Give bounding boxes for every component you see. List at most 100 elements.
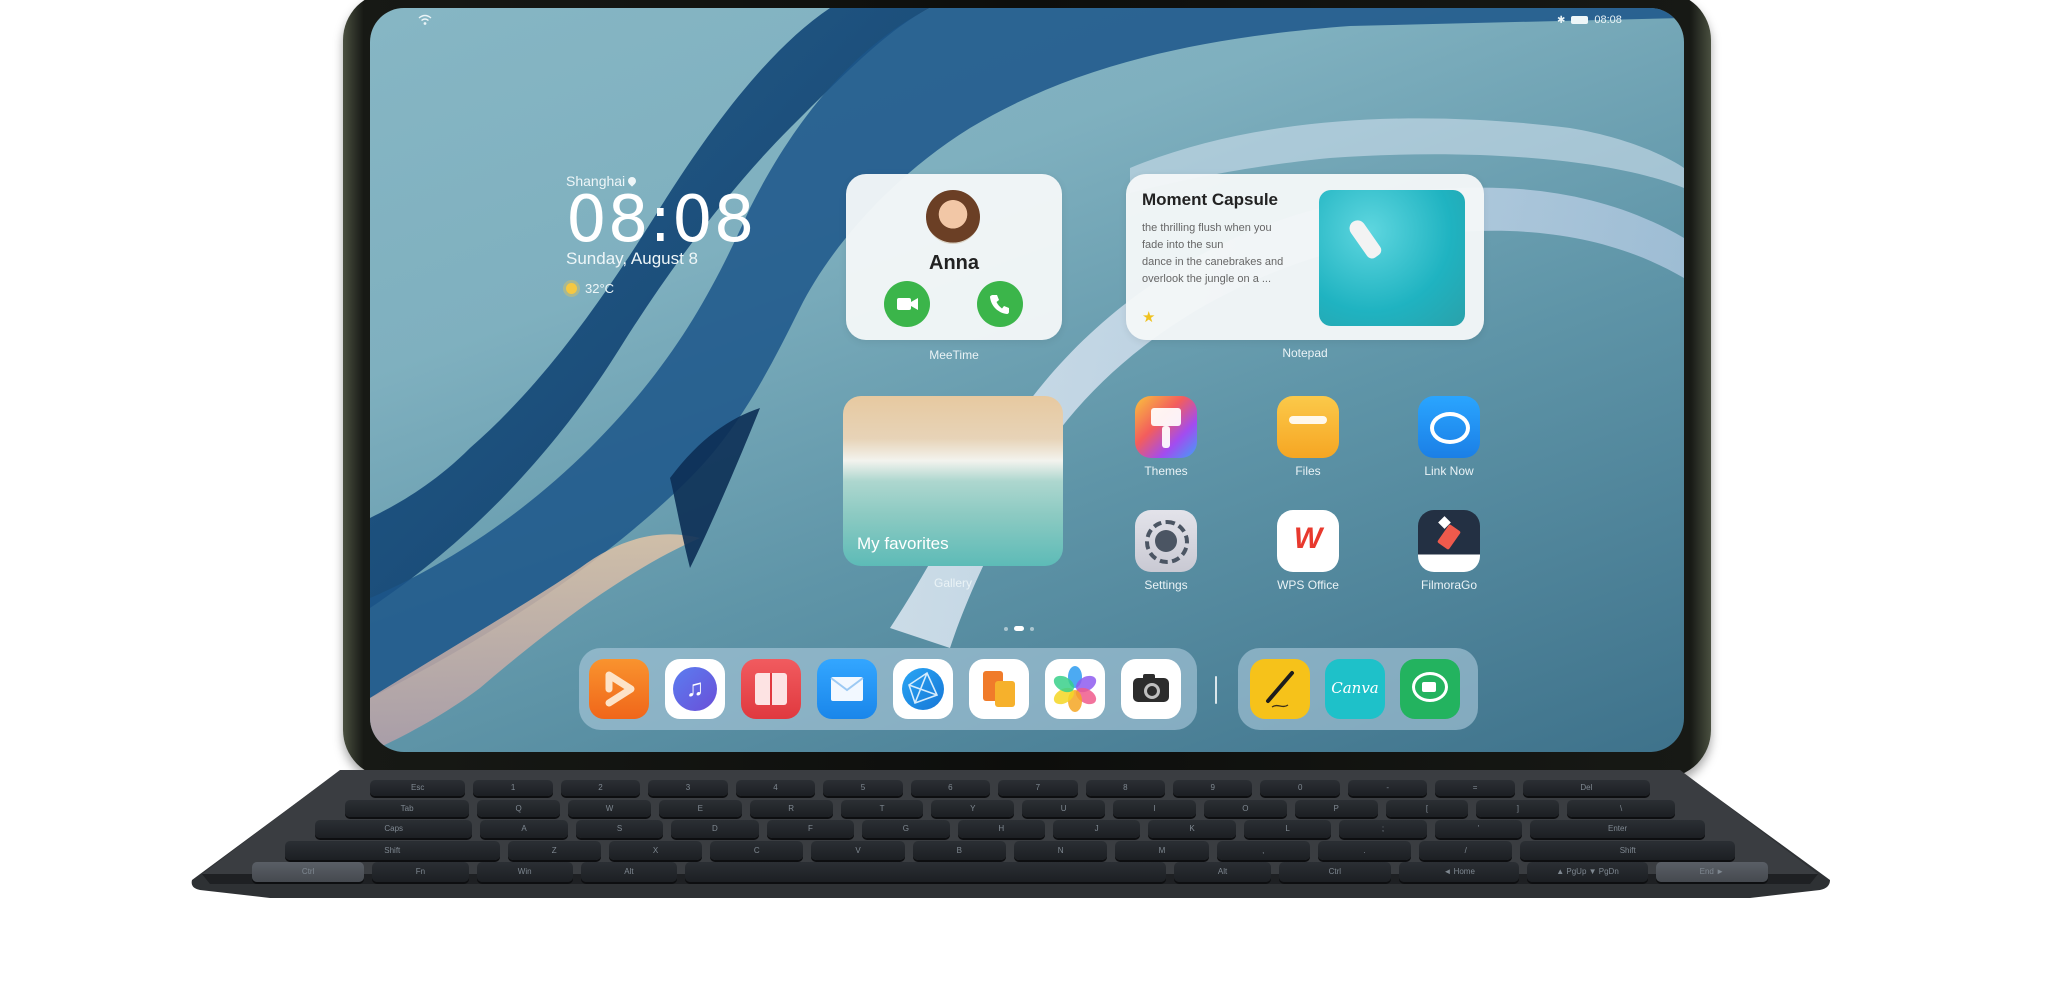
app-filmorago[interactable]: FilmoraGo <box>1418 510 1480 592</box>
page-indicator[interactable] <box>1004 626 1034 631</box>
key[interactable]: Tab <box>345 800 470 817</box>
dock-app-notes[interactable] <box>1250 659 1310 719</box>
wallpaper <box>370 8 1684 752</box>
key[interactable]: Shift <box>1520 841 1735 860</box>
key[interactable]: End ► <box>1655 862 1768 882</box>
dock-app-video[interactable] <box>589 659 649 719</box>
key[interactable]: 9 <box>1173 780 1253 796</box>
key[interactable]: Shift <box>285 841 500 860</box>
key[interactable]: 1 <box>473 780 553 796</box>
video-call-icon <box>897 298 918 310</box>
key[interactable]: . <box>1317 841 1412 860</box>
key[interactable]: R <box>749 800 833 817</box>
key[interactable]: O <box>1203 800 1287 817</box>
key[interactable]: Alt <box>580 862 678 882</box>
key-space[interactable] <box>685 862 1167 882</box>
key[interactable]: N <box>1014 841 1108 860</box>
dock-app-books[interactable] <box>741 659 801 719</box>
key[interactable]: H <box>957 820 1045 838</box>
dock-app-email[interactable] <box>817 659 877 719</box>
key[interactable]: Win <box>476 862 573 882</box>
contact-name: Anna <box>929 252 979 274</box>
key[interactable]: ▲ PgUp ▼ PgDn <box>1527 862 1648 882</box>
key[interactable]: Esc <box>370 780 466 796</box>
key[interactable]: J <box>1052 820 1141 838</box>
key[interactable]: Fn <box>372 862 469 882</box>
note-preview: the thrilling flush when you fade into t… <box>1142 220 1283 288</box>
key[interactable]: S <box>575 820 664 838</box>
key[interactable]: G <box>862 820 950 838</box>
key[interactable]: M <box>1115 841 1209 860</box>
meetime-widget[interactable]: Anna <box>846 174 1062 340</box>
key[interactable]: 7 <box>998 780 1078 796</box>
app-files[interactable]: Files <box>1277 396 1339 478</box>
key[interactable]: B <box>912 841 1006 860</box>
key[interactable]: V <box>811 841 905 860</box>
key[interactable]: = <box>1435 780 1515 796</box>
voice-call-button[interactable] <box>977 281 1023 327</box>
key[interactable]: Del <box>1522 780 1650 796</box>
key[interactable]: Ctrl <box>252 862 365 882</box>
key[interactable]: P <box>1294 800 1378 817</box>
key[interactable]: U <box>1022 800 1106 817</box>
gallery-widget[interactable]: My favorites <box>843 396 1063 566</box>
dock-app-canva[interactable]: Canva <box>1325 659 1385 719</box>
app-themes[interactable]: Themes <box>1135 396 1197 478</box>
key[interactable]: L <box>1243 820 1332 838</box>
video-call-button[interactable] <box>884 281 930 327</box>
key[interactable]: A <box>480 820 568 838</box>
key[interactable]: Y <box>931 800 1015 817</box>
dock-app-music[interactable]: ♫ <box>665 659 725 719</box>
keyboard: Esc 1 2 3 4 5 6 7 8 9 0- = Del Tab Q W E R T Y U I O P[] \ Caps A S… <box>190 770 1830 898</box>
key[interactable]: 3 <box>648 780 728 796</box>
clock-widget[interactable]: Shanghai 08:08 Sunday, August 8 32°C <box>566 173 755 296</box>
key[interactable]: 4 <box>735 780 816 796</box>
dock-app-docs[interactable] <box>969 659 1029 719</box>
note-line: the thrilling flush when you <box>1142 222 1272 234</box>
key[interactable]: Enter <box>1530 820 1705 838</box>
key[interactable]: 5 <box>823 780 903 796</box>
key[interactable]: 6 <box>910 780 991 796</box>
key[interactable]: ] <box>1476 800 1560 817</box>
key[interactable]: C <box>710 841 804 860</box>
key[interactable]: Caps <box>315 820 473 838</box>
key[interactable]: - <box>1347 780 1428 796</box>
album-title: My favorites <box>857 534 949 553</box>
key[interactable]: Z <box>507 841 601 860</box>
key[interactable]: E <box>658 800 742 817</box>
key[interactable]: / <box>1419 841 1513 860</box>
key[interactable]: [ <box>1385 800 1469 817</box>
key[interactable]: X <box>608 841 703 860</box>
key[interactable]: ' <box>1434 820 1523 838</box>
app-link-now[interactable]: Link Now <box>1418 396 1480 478</box>
key[interactable]: \ <box>1567 800 1675 817</box>
key[interactable]: Alt <box>1174 862 1271 882</box>
dock-divider <box>1215 676 1217 704</box>
page-dot-active[interactable] <box>1014 626 1024 631</box>
key[interactable]: Ctrl <box>1278 862 1391 882</box>
key[interactable]: K <box>1148 820 1236 838</box>
key[interactable]: Q <box>477 800 561 817</box>
dock-app-meetime[interactable] <box>1400 659 1460 719</box>
wifi-icon <box>418 14 432 29</box>
key[interactable]: F <box>766 820 855 838</box>
video-play-icon <box>605 671 635 707</box>
key[interactable]: ; <box>1339 820 1427 838</box>
app-settings[interactable]: Settings <box>1135 510 1197 592</box>
key[interactable]: 2 <box>560 780 641 796</box>
key[interactable]: ◄ Home <box>1399 862 1520 882</box>
key[interactable]: , <box>1216 841 1310 860</box>
page-dot[interactable] <box>1004 626 1008 631</box>
dock-app-browser[interactable] <box>893 659 953 719</box>
app-wps-office[interactable]: W WPS Office <box>1277 510 1339 592</box>
key[interactable]: 0 <box>1260 780 1340 796</box>
page-dot[interactable] <box>1030 626 1034 631</box>
key[interactable]: D <box>671 820 759 838</box>
key[interactable]: I <box>1113 800 1196 817</box>
dock-app-gallery[interactable] <box>1045 659 1105 719</box>
key[interactable]: W <box>568 800 651 817</box>
key[interactable]: T <box>840 800 924 817</box>
dock-app-camera[interactable] <box>1121 659 1181 719</box>
key[interactable]: 8 <box>1085 780 1166 796</box>
notepad-widget[interactable]: Moment Capsule the thrilling flush when … <box>1126 174 1484 340</box>
